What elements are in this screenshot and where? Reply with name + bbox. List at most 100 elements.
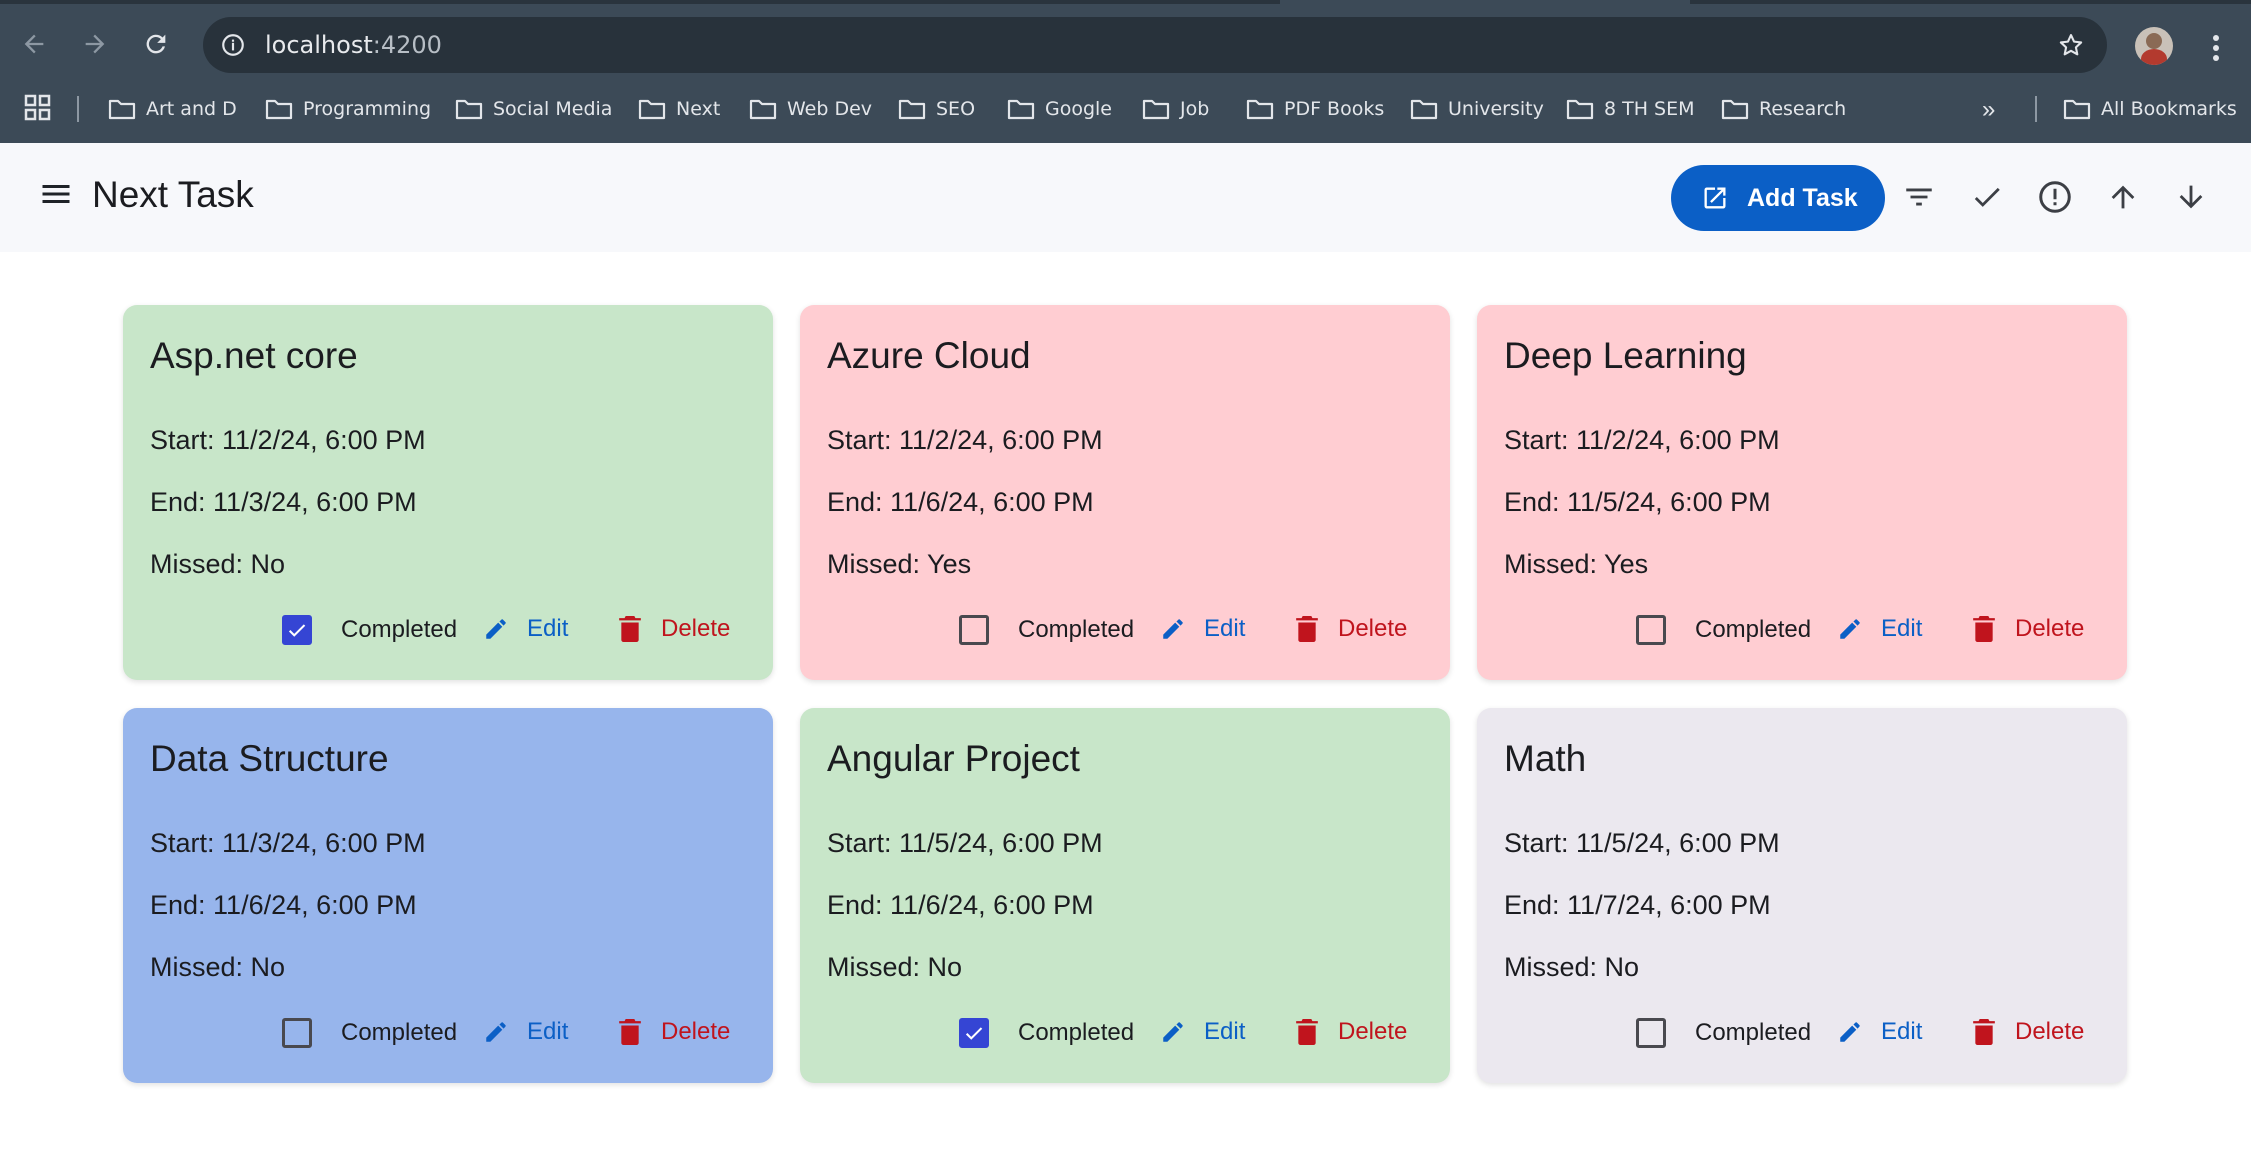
folder-icon bbox=[1721, 99, 1749, 120]
task-start: Start: 11/2/24, 6:00 PM bbox=[1504, 425, 1780, 455]
folder-icon bbox=[265, 99, 293, 120]
bookmark-folder[interactable]: Next bbox=[638, 92, 720, 126]
task-start: Start: 11/3/24, 6:00 PM bbox=[150, 828, 426, 858]
bookmarks-separator bbox=[2035, 96, 2037, 122]
edit-label: Edit bbox=[527, 615, 569, 642]
edit-button[interactable]: Edit bbox=[1160, 611, 1245, 647]
app-title: Next Task bbox=[92, 174, 254, 215]
site-info-icon[interactable] bbox=[215, 27, 251, 63]
bookmarks-separator bbox=[77, 96, 79, 122]
folder-icon bbox=[1007, 99, 1035, 120]
trash-icon bbox=[1973, 616, 1995, 642]
task-missed: Missed: No bbox=[150, 952, 286, 982]
folder-icon bbox=[638, 99, 666, 120]
pencil-icon bbox=[486, 619, 506, 639]
delete-button[interactable]: Delete bbox=[619, 611, 730, 647]
browser-menu-icon[interactable] bbox=[2198, 30, 2234, 66]
reload-icon[interactable] bbox=[132, 20, 180, 68]
bookmark-label: All Bookmarks bbox=[2101, 98, 2237, 120]
task-start: Start: 11/2/24, 6:00 PM bbox=[827, 425, 1103, 455]
task-title: Angular Project bbox=[827, 738, 1080, 779]
task-missed: Missed: No bbox=[827, 952, 963, 982]
delete-button[interactable]: Delete bbox=[1296, 1014, 1407, 1050]
url-text[interactable]: localhost:4200 bbox=[265, 31, 442, 59]
task-card: Azure Cloud Start: 11/2/24, 6:00 PM End:… bbox=[800, 305, 1450, 680]
completed-checkbox[interactable] bbox=[959, 615, 989, 645]
trash-icon bbox=[619, 1019, 641, 1045]
bookmark-folder[interactable]: University bbox=[1410, 92, 1544, 126]
bookmark-folder[interactable]: Social Media bbox=[455, 92, 612, 126]
bookmark-folder[interactable]: PDF Books bbox=[1246, 92, 1384, 126]
task-title: Deep Learning bbox=[1504, 335, 1747, 376]
folder-icon bbox=[1246, 99, 1274, 120]
bookmark-label: Job bbox=[1180, 98, 1210, 120]
back-arrow-icon[interactable] bbox=[10, 20, 58, 68]
delete-button[interactable]: Delete bbox=[1973, 611, 2084, 647]
bookmarks-bar: Art and D Programming Social Media Next … bbox=[0, 88, 2251, 130]
task-actions: Completed Edit Delete bbox=[1477, 601, 2127, 657]
delete-label: Delete bbox=[1338, 1018, 1408, 1045]
delete-button[interactable]: Delete bbox=[1296, 611, 1407, 647]
edit-label: Edit bbox=[1881, 615, 1923, 642]
url-host: localhost bbox=[265, 31, 373, 59]
avatar-face bbox=[2146, 33, 2162, 49]
edit-label: Edit bbox=[527, 1018, 569, 1045]
completed-checkbox[interactable] bbox=[1636, 1018, 1666, 1048]
folder-icon bbox=[749, 99, 777, 120]
pencil-icon bbox=[1163, 1022, 1183, 1042]
delete-label: Delete bbox=[1338, 615, 1408, 642]
add-task-button[interactable]: Add Task bbox=[1671, 165, 1885, 231]
navigation-row: localhost:4200 bbox=[0, 10, 2251, 78]
edit-button[interactable]: Edit bbox=[1837, 611, 1922, 647]
bookmark-star-icon[interactable] bbox=[2053, 27, 2089, 63]
folder-icon bbox=[1410, 99, 1438, 120]
completed-checkbox[interactable] bbox=[959, 1018, 989, 1048]
forward-arrow-icon[interactable] bbox=[71, 20, 119, 68]
bookmark-folder[interactable]: Web Dev bbox=[749, 92, 872, 126]
hamburger-menu-icon[interactable] bbox=[38, 176, 78, 216]
bookmark-folder[interactable]: Google bbox=[1007, 92, 1112, 126]
folder-icon bbox=[1142, 99, 1170, 120]
task-end: End: 11/6/24, 6:00 PM bbox=[827, 890, 1094, 920]
completed-label: Completed bbox=[1018, 1019, 1135, 1046]
completed-checkbox[interactable] bbox=[282, 615, 312, 645]
pencil-icon bbox=[1840, 619, 1860, 639]
pencil-icon bbox=[1840, 1022, 1860, 1042]
completed-checkbox[interactable] bbox=[282, 1018, 312, 1048]
task-actions: Completed Edit Delete bbox=[123, 1004, 773, 1060]
profile-avatar[interactable] bbox=[2135, 27, 2173, 65]
edit-button[interactable]: Edit bbox=[483, 1014, 568, 1050]
apps-grid-icon[interactable] bbox=[24, 94, 54, 124]
alert-circle-icon[interactable] bbox=[2033, 175, 2077, 219]
edit-button[interactable]: Edit bbox=[1837, 1014, 1922, 1050]
task-actions: Completed Edit Delete bbox=[800, 601, 1450, 657]
bookmarks-overflow-icon[interactable]: » bbox=[1982, 96, 1995, 124]
completed-checkbox[interactable] bbox=[1636, 615, 1666, 645]
delete-label: Delete bbox=[2015, 1018, 2085, 1045]
task-title: Math bbox=[1504, 738, 1587, 779]
edit-button[interactable]: Edit bbox=[1160, 1014, 1245, 1050]
bookmark-folder[interactable]: 8 TH SEM bbox=[1566, 92, 1695, 126]
bookmark-folder[interactable]: Job bbox=[1142, 92, 1209, 126]
bookmark-folder[interactable]: SEO bbox=[898, 92, 975, 126]
task-title: Data Structure bbox=[150, 738, 389, 779]
edit-label: Edit bbox=[1204, 1018, 1246, 1045]
bookmark-label: Research bbox=[1759, 98, 1847, 120]
address-bar[interactable]: localhost:4200 bbox=[203, 17, 2107, 73]
task-card: Angular Project Start: 11/5/24, 6:00 PM … bbox=[800, 708, 1450, 1083]
bookmark-label: Programming bbox=[303, 98, 432, 120]
all-bookmarks-folder[interactable]: All Bookmarks bbox=[2063, 92, 2237, 126]
bookmark-folder[interactable]: Art and D bbox=[108, 92, 237, 126]
folder-icon bbox=[898, 99, 926, 120]
arrow-down-icon[interactable] bbox=[2169, 175, 2213, 219]
arrow-up-icon[interactable] bbox=[2101, 175, 2145, 219]
edit-button[interactable]: Edit bbox=[483, 611, 568, 647]
checkmark-icon[interactable] bbox=[1965, 175, 2009, 219]
filter-icon[interactable] bbox=[1897, 175, 1941, 219]
delete-button[interactable]: Delete bbox=[1973, 1014, 2084, 1050]
bookmark-folder[interactable]: Programming bbox=[265, 92, 431, 126]
bookmark-folder[interactable]: Research bbox=[1721, 92, 1846, 126]
delete-button[interactable]: Delete bbox=[619, 1014, 730, 1050]
completed-label: Completed bbox=[341, 1019, 458, 1046]
task-end: End: 11/7/24, 6:00 PM bbox=[1504, 890, 1771, 920]
